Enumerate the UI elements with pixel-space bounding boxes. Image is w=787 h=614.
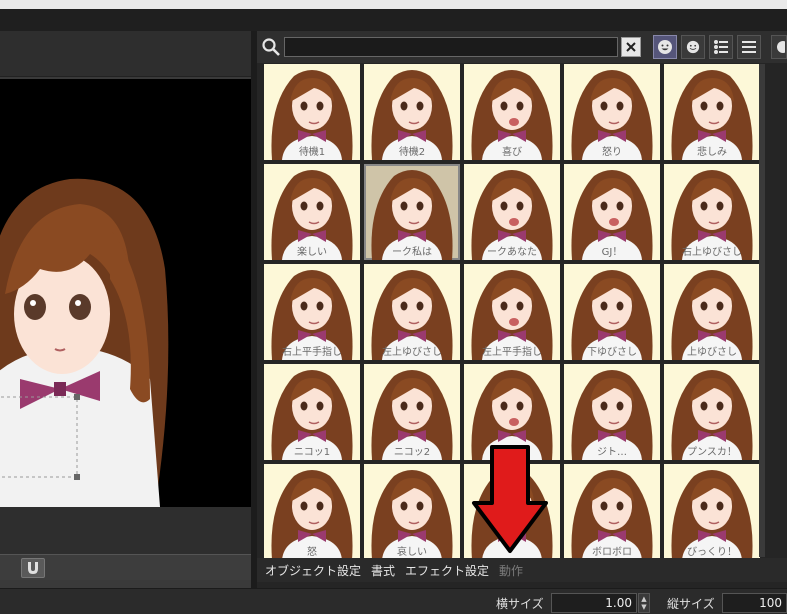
expression-label: 右上ゆびさし (682, 247, 742, 258)
expression-thumbnail[interactable]: ークあなた (464, 164, 560, 260)
small-face-view-icon (686, 40, 700, 54)
expression-label: GJ！ (601, 247, 623, 258)
height-label: 縦サイズ (667, 597, 715, 611)
list-view-button[interactable] (709, 35, 733, 59)
expression-label: 右上平手指し (282, 347, 342, 358)
expression-thumbnail[interactable]: 下ゆびさし (564, 264, 660, 360)
expression-thumbnail[interactable]: ーク私は (364, 164, 460, 260)
width-field[interactable]: 1.00 (551, 593, 637, 613)
expression-label: ニコッ2 (393, 447, 431, 458)
list-icon (714, 40, 728, 54)
expression-label: ーク私は (392, 247, 432, 258)
expression-label: ニコッ1 (293, 447, 331, 458)
character-render (0, 178, 169, 507)
chevron-up-icon: ▲ (641, 595, 647, 603)
height-field[interactable]: 100 (722, 593, 787, 613)
expression-label: 左上ゆびさし (382, 347, 442, 358)
vertical-scrollbar[interactable] (759, 64, 787, 557)
expression-thumbnail[interactable]: 右上ゆびさし (664, 164, 760, 260)
expression-thumbnail[interactable]: 哀しい (364, 464, 460, 560)
top-toolbar (0, 9, 787, 31)
extra-tool-button[interactable] (771, 35, 787, 59)
expression-label: ークあなた (487, 247, 537, 258)
expression-thumbnail[interactable]: 左上ゆびさし (364, 264, 460, 360)
preview-footer (0, 507, 251, 554)
tab-effect-settings[interactable]: エフェクト設定 (405, 562, 489, 579)
expression-label: 下ゆびさし (587, 347, 637, 358)
expression-label: 楽しい (297, 247, 327, 258)
expression-label: 左上平手指し (482, 347, 542, 358)
expression-thumbnail[interactable]: ニコッ2 (364, 364, 460, 460)
width-label: 横サイズ (496, 597, 544, 611)
character-preview[interactable] (0, 79, 251, 507)
magnet-icon (28, 562, 38, 574)
preview-toolbar (0, 554, 251, 580)
close-icon (626, 42, 636, 52)
app-window: 待機1 待機2 喜び 怒り 悲しみ楽しい ーク私は ークあなた GJ！ 右上ゆびさし右上平手指し… (0, 0, 787, 614)
expression-thumbnail[interactable]: ジト… (564, 364, 660, 460)
tool-icon (777, 41, 785, 53)
search-icon[interactable] (261, 37, 281, 57)
expression-thumbnail[interactable]: ボロボロ (564, 464, 660, 560)
face-view-icon (658, 40, 672, 54)
expression-label: 喜び (502, 147, 522, 158)
expression-thumbnail[interactable]: 喜び (464, 64, 560, 160)
window-title-strip (0, 0, 787, 9)
expression-thumbnail[interactable]: GJ！ (564, 164, 660, 260)
expression-label: 怒 (307, 547, 317, 558)
small-face-view-button[interactable] (681, 35, 705, 59)
expression-label: 悲しみ (697, 147, 727, 158)
expression-label: 待機2 (398, 147, 426, 158)
expression-label: びっくり！ (687, 547, 737, 558)
expression-thumbnail[interactable]: 悲しみ (664, 64, 760, 160)
expression-thumbnail[interactable]: 楽しい (264, 164, 360, 260)
settings-tabs: オブジェクト設定 書式 エフェクト設定 動作 (257, 558, 787, 582)
chevron-down-icon: ▼ (641, 603, 647, 611)
tab-motion[interactable]: 動作 (499, 562, 523, 579)
menu-icon (742, 41, 756, 53)
expression-thumbnail[interactable]: 怒 (264, 464, 360, 560)
expression-thumbnail[interactable]: 右上平手指し (264, 264, 360, 360)
face-view-button[interactable] (653, 35, 677, 59)
expression-label: 哀しい (397, 547, 427, 558)
expression-thumbnail[interactable]: 待機1 (264, 64, 360, 160)
expression-label: ボロボロ (592, 547, 632, 558)
tab-object-settings[interactable]: オブジェクト設定 (265, 562, 361, 579)
preview-header (0, 31, 251, 77)
width-spinner[interactable]: ▲ ▼ (638, 593, 650, 613)
clear-search-button[interactable] (621, 37, 641, 57)
search-input[interactable] (284, 37, 618, 57)
expression-thumbnail[interactable]: ニコッ1 (264, 364, 360, 460)
status-bar: 横サイズ 1.00 ▲ ▼ 縦サイズ 100 (0, 588, 787, 614)
tab-format[interactable]: 書式 (371, 562, 395, 579)
preview-panel (0, 31, 251, 588)
expression-label: 上ゆびさし (687, 347, 737, 358)
snap-magnet-button[interactable] (21, 558, 45, 578)
expression-label: プンスカ！ (687, 447, 737, 458)
expression-label: 待機1 (298, 147, 326, 158)
expression-thumbnail[interactable]: 上ゆびさし (664, 264, 760, 360)
expression-thumbnail[interactable]: プンスカ！ (664, 364, 760, 460)
menu-button[interactable] (737, 35, 761, 59)
expression-label: 怒り (602, 147, 622, 158)
expression-label: ジト… (597, 447, 627, 458)
expression-thumbnail[interactable]: 左上平手指し (464, 264, 560, 360)
expression-thumbnail[interactable]: 怒り (564, 64, 660, 160)
expression-thumbnail[interactable]: 待機2 (364, 64, 460, 160)
scroll-thumb[interactable] (759, 64, 765, 557)
expression-thumbnail[interactable]: びっくり！ (664, 464, 760, 560)
search-bar (257, 31, 787, 63)
red-arrow-annotation (472, 445, 548, 553)
